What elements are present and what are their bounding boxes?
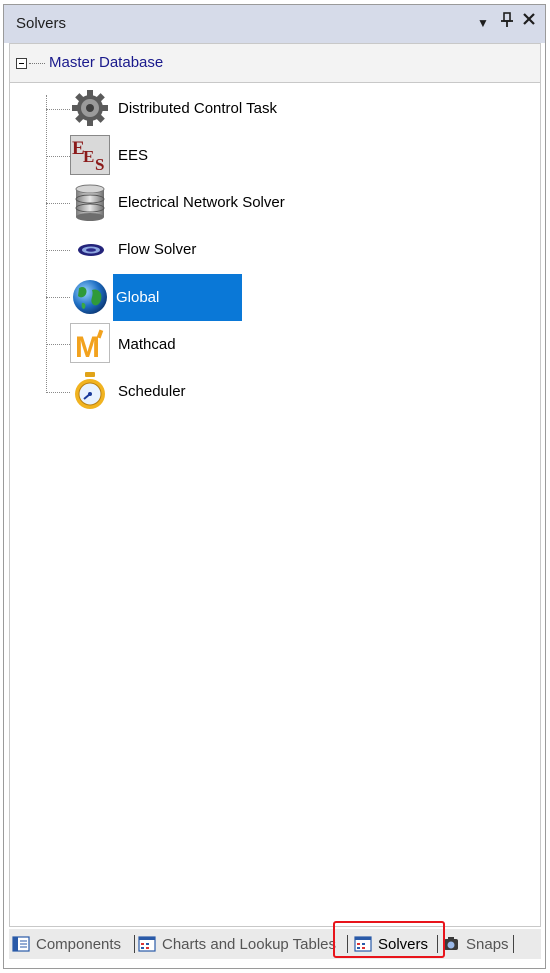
tree-connector: [46, 297, 70, 298]
tab-components[interactable]: Components: [12, 933, 121, 955]
mathcad-icon-letter: M: [75, 331, 100, 362]
tree-connector: [46, 344, 70, 345]
tab-snaps[interactable]: Snaps: [442, 933, 509, 955]
tree-item-mathcad[interactable]: Mathcad: [115, 334, 179, 355]
ees-icon: E E S: [70, 135, 110, 175]
tree-root-label[interactable]: Master Database: [49, 54, 163, 71]
tree-item-distributed-control-task[interactable]: Distributed Control Task: [115, 98, 280, 119]
components-icon: [12, 936, 30, 952]
tree-item-electrical-network-solver[interactable]: Electrical Network Solver: [115, 192, 288, 213]
collapse-icon[interactable]: [16, 58, 27, 69]
bottom-tab-bar: Components Charts and Lookup Tables Solv…: [9, 929, 541, 959]
tree-connector: [46, 250, 70, 251]
panel-title: Solvers: [16, 15, 67, 32]
tree-item-flow-solver[interactable]: Flow Solver: [115, 239, 199, 260]
mathcad-icon: M: [70, 323, 110, 364]
tree-item-global-parameters[interactable]: Global Parameters: [113, 274, 242, 353]
tree-connector: [46, 156, 70, 157]
tab-label: Snaps: [466, 935, 509, 953]
tree-connector: [46, 203, 70, 204]
dropdown-arrow-icon[interactable]: ▼: [477, 16, 489, 30]
pin-icon[interactable]: [500, 12, 514, 33]
tree-item-ees[interactable]: EES: [115, 145, 151, 166]
gear-icon: [70, 88, 110, 128]
globe-icon: [70, 276, 110, 316]
tree-connector: [46, 392, 70, 393]
tab-separator: [513, 935, 514, 953]
ees-icon-letter: E: [83, 147, 94, 166]
flow-icon: [70, 229, 110, 269]
tab-charts-and-lookup-tables[interactable]: Charts and Lookup Tables: [138, 933, 336, 955]
tree-item-scheduler[interactable]: Scheduler: [115, 381, 189, 402]
tab-separator: [134, 935, 135, 953]
tree-root-row[interactable]: Master Database: [9, 43, 541, 83]
database-icon: [70, 182, 110, 222]
tab-label: Charts and Lookup Tables: [162, 935, 337, 953]
tree-connector: [29, 63, 45, 64]
panel-titlebar: Solvers ▼: [4, 5, 545, 43]
tab-label: Components: [36, 935, 122, 953]
solvers-tab-highlight: [333, 921, 445, 958]
ees-icon-letter: S: [95, 155, 104, 174]
stopwatch-icon: [70, 371, 110, 411]
tree-vertical-connector: [46, 95, 47, 393]
charts-icon: [138, 936, 156, 952]
tree-connector: [46, 109, 70, 110]
close-icon[interactable]: [522, 10, 536, 31]
